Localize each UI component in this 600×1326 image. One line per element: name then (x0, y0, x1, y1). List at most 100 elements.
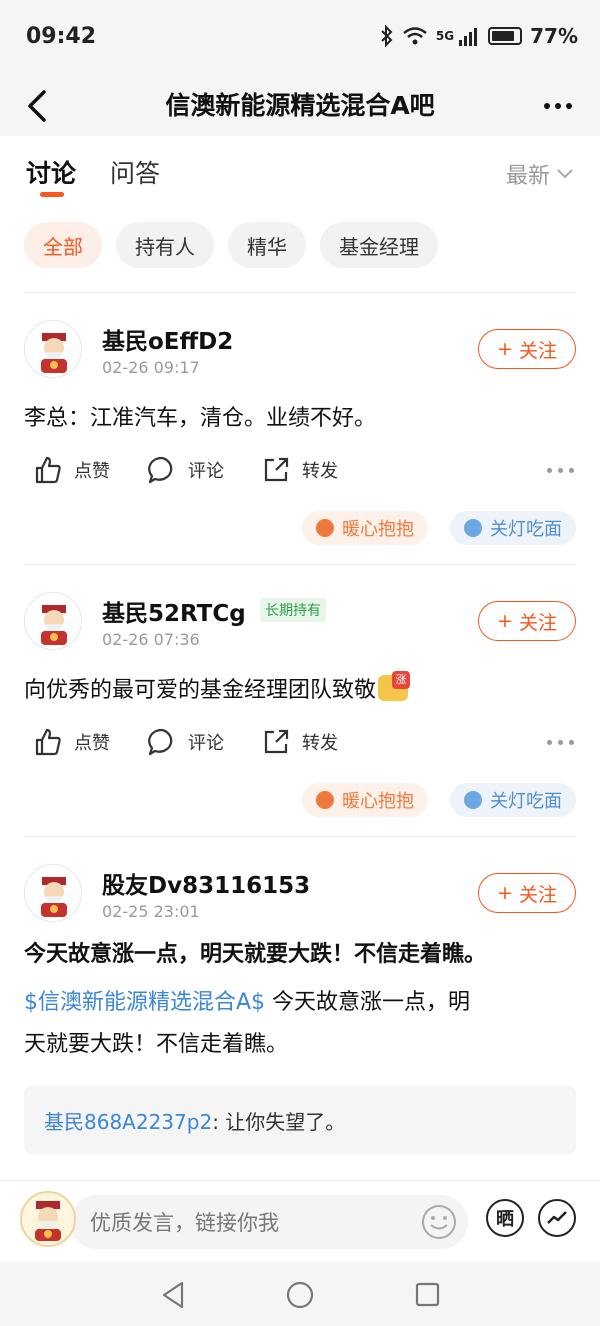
comment-icon (148, 728, 173, 756)
post-text-line: 天就要大跌！不信走着瞧。 (24, 1032, 289, 1057)
active-tab-indicator (40, 192, 64, 197)
more-dot-icon (544, 103, 550, 109)
avatar-icon (25, 865, 81, 921)
more-dot-icon (558, 468, 563, 473)
avatar-icon (25, 321, 81, 377)
more-dot-icon (569, 468, 574, 473)
comment-button[interactable]: 评论 (146, 454, 224, 486)
my-avatar[interactable] (18, 1185, 78, 1249)
lights-off-label: 关灯吃面 (490, 791, 562, 812)
comment-button[interactable]: 评论 (146, 726, 224, 758)
status-bar: 09:42 5G 77% (0, 0, 600, 76)
follow-button[interactable]: + 关注 (478, 329, 576, 369)
wifi-icon (403, 27, 427, 45)
filter-all[interactable]: 全部 (24, 222, 102, 268)
post-text[interactable]: 李总：江准汽车，清仓。业绩不好。 (24, 398, 576, 440)
warm-hug-label: 暖心抱抱 (342, 519, 414, 540)
page-title: 信澳新能源精选混合A吧 (165, 91, 435, 120)
comment-label: 评论 (188, 461, 224, 482)
more-dot-icon (569, 740, 574, 745)
comment-bar: 优质发言，链接你我 晒 (0, 1180, 600, 1262)
plus-icon: + (497, 610, 513, 632)
chevron-down-icon (557, 169, 573, 179)
comment-label: 评论 (188, 733, 224, 754)
sort-dropdown[interactable]: 最新 (506, 158, 574, 190)
network-type-label: 5G (435, 29, 455, 43)
thumbs-up-icon (35, 728, 61, 756)
noodle-bowl-icon (464, 791, 482, 809)
reaction-bar: 暖心抱抱 关灯吃面 (302, 783, 576, 817)
share-button[interactable]: 转发 (260, 726, 338, 758)
reply-preview[interactable]: 基民868A2237p2 : 让你失望了。 (24, 1086, 576, 1154)
comment-input[interactable]: 优质发言，链接你我 (70, 1195, 468, 1249)
nav-back-icon[interactable] (160, 1280, 186, 1310)
more-dot-icon (547, 740, 552, 745)
share-image-button[interactable]: 晒 (486, 1199, 524, 1237)
avatar[interactable] (24, 864, 82, 922)
tab-discussion[interactable]: 讨论 (26, 154, 76, 190)
share-label: 转发 (302, 733, 338, 754)
more-options-button[interactable] (538, 88, 578, 124)
sort-label: 最新 (505, 164, 550, 189)
more-dot-icon (547, 468, 552, 473)
like-button[interactable]: 点赞 (32, 726, 110, 758)
avatar-icon (25, 593, 81, 649)
plus-icon: + (497, 882, 513, 904)
post-text[interactable]: 向优秀的最可爱的基金经理团队致敬涨 (24, 670, 576, 712)
avatar[interactable] (24, 320, 82, 378)
rising-emoji-icon: 涨 (378, 671, 411, 701)
nav-bar: 信澳新能源精选混合A吧 (0, 76, 600, 136)
post-card: 基民oEffD2 02-26 09:17 + 关注 李总：江准汽车，清仓。业绩不… (0, 292, 600, 564)
warm-hug-reaction[interactable]: 暖心抱抱 (302, 511, 428, 545)
filter-featured[interactable]: 精华 (228, 222, 306, 268)
post-card: 股友Dv83116153 02-25 23:01 + 关注 今天故意涨一点，明天… (0, 836, 600, 1180)
username[interactable]: 基民52RTCg (102, 594, 246, 628)
plus-icon: + (497, 338, 513, 360)
like-label: 点赞 (74, 733, 110, 754)
noodle-bowl-icon (464, 519, 482, 537)
post-text-line: 今天故意涨一点，明 (265, 990, 471, 1015)
battery-percent: 77% (530, 24, 578, 48)
username[interactable]: 基民oEffD2 (102, 322, 233, 356)
post-card: 基民52RTCg 长期持有 02-26 07:36 + 关注 向优秀的最可爱的基… (0, 564, 600, 836)
fund-topic-link[interactable]: $信澳新能源精选混合A$ (24, 990, 265, 1015)
share-button[interactable]: 转发 (260, 454, 338, 486)
more-dot-icon (558, 740, 563, 745)
battery-icon (488, 27, 523, 45)
like-label: 点赞 (74, 461, 110, 482)
comment-placeholder: 优质发言，链接你我 (90, 1211, 279, 1235)
hug-icon (316, 519, 334, 537)
post-text[interactable]: $信澳新能源精选混合A$ 今天故意涨一点，明 天就要大跌！不信走着瞧。 (24, 982, 576, 1066)
tab-qa[interactable]: 问答 (110, 154, 160, 190)
filter-chips: 全部 持有人 精华 基金经理 (24, 222, 438, 268)
post-title[interactable]: 今天故意涨一点，明天就要大跌！不信走着瞧。 (24, 934, 576, 976)
lights-off-reaction[interactable]: 关灯吃面 (450, 511, 576, 545)
tab-bar: 讨论 问答 最新 (0, 136, 600, 208)
warm-hug-label: 暖心抱抱 (342, 791, 414, 812)
reply-text: : 让你失望了。 (212, 1109, 346, 1134)
like-button[interactable]: 点赞 (32, 454, 110, 486)
avatar[interactable] (24, 592, 82, 650)
emoji-icon[interactable] (420, 1203, 458, 1241)
username[interactable]: 股友Dv83116153 (102, 866, 310, 900)
post-more-button[interactable] (547, 468, 574, 473)
follow-button[interactable]: + 关注 (478, 601, 576, 641)
share-icon (264, 457, 289, 482)
reply-username[interactable]: 基民868A2237p2 (44, 1106, 212, 1135)
avatar-icon (20, 1191, 76, 1247)
nav-recents-icon[interactable] (414, 1280, 440, 1310)
lights-off-reaction[interactable]: 关灯吃面 (450, 783, 576, 817)
bluetooth-icon (381, 25, 393, 47)
follow-button[interactable]: + 关注 (478, 873, 576, 913)
hug-icon (316, 791, 334, 809)
warm-hug-reaction[interactable]: 暖心抱抱 (302, 783, 428, 817)
reaction-bar: 暖心抱抱 关灯吃面 (302, 511, 576, 545)
filter-fund-manager[interactable]: 基金经理 (320, 222, 438, 268)
filter-holders[interactable]: 持有人 (116, 222, 214, 268)
trend-chart-button[interactable] (538, 1199, 576, 1237)
nav-home-icon[interactable] (286, 1280, 314, 1310)
post-more-button[interactable] (547, 740, 574, 745)
trend-chart-icon (547, 1211, 567, 1224)
post-time: 02-26 09:17 (102, 358, 200, 377)
system-nav-bar (0, 1262, 600, 1326)
